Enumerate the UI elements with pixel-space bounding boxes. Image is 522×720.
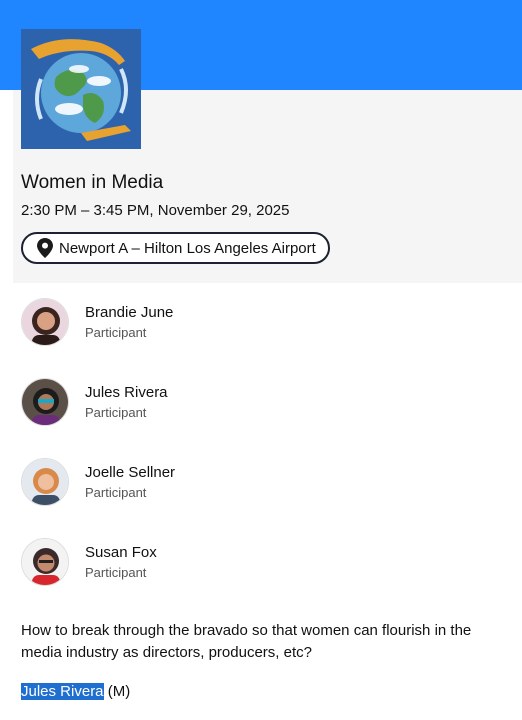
participant-role: Participant [85,325,147,340]
participant-name: Brandie June [85,304,174,321]
event-description: How to break through the bravado so that… [21,622,472,661]
location-label: Newport A – Hilton Los Angeles Airport [59,239,316,257]
event-title: Women in Media [21,172,164,193]
moderator-line: Jules Rivera (M) [21,683,130,700]
participant-item[interactable]: Joelle Sellner Participant [21,458,501,508]
avatar [21,458,69,506]
location-button[interactable]: Newport A – Hilton Los Angeles Airport [21,232,330,264]
participant-item[interactable]: Jules Rivera Participant [21,378,501,428]
moderator-name[interactable]: Jules Rivera [21,683,104,700]
participant-role: Participant [85,565,147,580]
event-datetime: 2:30 PM – 3:45 PM, November 29, 2025 [21,202,290,219]
map-pin-icon [37,238,53,258]
avatar [21,538,69,586]
avatar [21,298,69,346]
participant-item[interactable]: Brandie June Participant [21,298,501,348]
participant-role: Participant [85,405,147,420]
participant-name: Jules Rivera [85,384,168,401]
moderator-tag: (M) [107,683,131,700]
event-logo [21,29,141,149]
participant-name: Susan Fox [85,544,157,561]
participant-role: Participant [85,485,147,500]
avatar [21,378,69,426]
participant-item[interactable]: Susan Fox Participant [21,538,501,588]
participant-name: Joelle Sellner [85,464,176,481]
